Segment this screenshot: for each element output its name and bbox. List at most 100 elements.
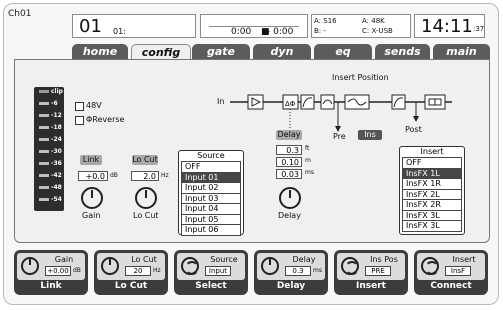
meter-segment xyxy=(39,150,49,153)
encoder-value: InsF xyxy=(445,266,471,276)
bus-b1: B: - xyxy=(314,27,326,35)
locut-knob[interactable] xyxy=(135,187,157,209)
encoder-source-panel: Source Input xyxy=(177,253,245,280)
rotary-select-icon xyxy=(341,257,359,275)
encoder-label: Lo Cut xyxy=(114,281,148,291)
meter-label: -48 xyxy=(51,184,62,191)
encoder-inspos[interactable]: Ins Pos PRE Insert xyxy=(334,250,408,295)
meter-segment xyxy=(39,174,49,177)
locut-button[interactable]: Lo Cut xyxy=(132,155,158,165)
clock-sec: :37 xyxy=(473,25,485,33)
delay-unit-m: m xyxy=(305,157,311,164)
locut-unit: Hz xyxy=(161,172,169,179)
encoder-title: Source xyxy=(210,255,238,264)
input-level-meter: clip -6 -12 -18 -24 -30 -36 -42 -48 -54 xyxy=(34,87,64,211)
reverse-checkbox[interactable] xyxy=(75,116,84,125)
clock-hm: 14:11 xyxy=(421,16,473,37)
delay-value-ft: 0.3 xyxy=(276,145,302,155)
flow-pre-label: Pre xyxy=(333,132,346,141)
meter-label: -54 xyxy=(51,196,62,203)
encoder-locut-panel: Lo Cut 20 Hz xyxy=(97,253,165,280)
meter-label: clip xyxy=(51,88,63,95)
channel-label: Ch01 xyxy=(8,9,32,19)
transport-progress xyxy=(209,15,299,27)
gain-knob[interactable] xyxy=(81,187,103,209)
meter-label: -24 xyxy=(51,136,62,143)
bus-a2: A: 48K xyxy=(362,17,385,25)
channel-display[interactable]: 01 01: xyxy=(72,14,196,38)
tab-gate[interactable]: gate xyxy=(192,44,250,59)
flow-post-label: Post xyxy=(405,125,422,134)
delay-knob[interactable] xyxy=(279,187,301,209)
bus-c2: C: X-USB xyxy=(362,27,393,35)
encoder-inspos-panel: Ins Pos PRE xyxy=(337,253,405,280)
encoder-insert[interactable]: Insert InsF Connect xyxy=(414,250,488,295)
encoder-delay[interactable]: Delay 0.3 ms Delay xyxy=(254,250,328,295)
encoder-label: Select xyxy=(195,281,227,291)
channel-number: 01 xyxy=(79,16,102,37)
delay-knob-label: Delay xyxy=(278,211,301,220)
encoder-unit: Hz xyxy=(153,267,161,274)
meter-label: -6 xyxy=(51,100,58,107)
meter-label: -30 xyxy=(51,148,62,155)
source-list: Source OFF Input 01 Input 02 Input 03 In… xyxy=(178,150,244,236)
encoder-title: Gain xyxy=(54,255,74,264)
phantom-48v-label: 48V xyxy=(86,101,102,110)
meter-segment xyxy=(39,186,49,189)
insert-item[interactable]: InsFX 3L xyxy=(402,220,462,232)
tab-dyn[interactable]: dyn xyxy=(253,44,311,59)
delay-unit-ft: ft xyxy=(305,145,310,152)
encoder-label: Delay xyxy=(276,281,306,291)
meter-segment xyxy=(39,198,49,201)
encoder-value: +0.00 xyxy=(45,266,71,276)
gain-value: +0.0 xyxy=(78,171,108,181)
transport-display: 0:00 ■ - 0:00 xyxy=(200,14,308,38)
meter-segment xyxy=(39,102,49,105)
insert-title: Insert xyxy=(420,147,444,156)
encoder-unit: ms xyxy=(313,267,322,274)
clock-display: 14:11 :37 xyxy=(414,14,485,38)
encoder-footer: Gain +0.00 dB Link Lo Cut 20 Hz Lo Cut S… xyxy=(14,250,490,296)
tab-home[interactable]: home xyxy=(72,44,128,59)
insert-flow-diagram: ΔΦ xyxy=(230,94,452,132)
time-left: 0:00 xyxy=(231,27,252,37)
meter-segment xyxy=(39,162,49,165)
delay-value-m: 0.10 xyxy=(276,157,302,167)
gain-encoder-knob-icon xyxy=(21,257,39,275)
gain-label: Gain xyxy=(82,211,101,220)
svg-text:ΔΦ: ΔΦ xyxy=(285,100,296,108)
encoder-source[interactable]: Source Input Select xyxy=(174,250,248,295)
reverse-label: ΦReverse xyxy=(86,115,125,124)
locut-knob-label: Lo Cut xyxy=(133,211,159,220)
flow-in-label: In xyxy=(217,97,225,106)
channel-name: 01: xyxy=(113,27,126,36)
encoder-title: Insert xyxy=(452,255,476,264)
tab-sends[interactable]: sends xyxy=(375,44,430,59)
encoder-label: Link xyxy=(40,281,62,291)
phantom-48v-checkbox[interactable] xyxy=(75,102,84,111)
meter-label: -12 xyxy=(51,112,62,119)
insert-position-title: Insert Position xyxy=(332,73,389,82)
meter-label: -42 xyxy=(51,172,62,179)
encoder-title: Ins Pos xyxy=(370,255,398,264)
encoder-delay-panel: Delay 0.3 ms xyxy=(257,253,325,280)
tab-bar: home config gate dyn eq sends main xyxy=(72,44,490,61)
meter-segment xyxy=(39,90,49,93)
encoder-value: PRE xyxy=(365,266,391,276)
source-item[interactable]: Input 06 xyxy=(181,224,241,236)
locut-encoder-knob-icon xyxy=(101,257,119,275)
encoder-title: Lo Cut xyxy=(131,255,157,264)
flow-ins-button[interactable]: Ins xyxy=(358,130,382,140)
link-button[interactable]: Link xyxy=(80,155,102,165)
delay-encoder-knob-icon xyxy=(261,257,279,275)
rotary-select-icon xyxy=(421,257,439,275)
encoder-label: Connect xyxy=(430,281,472,291)
tab-eq[interactable]: eq xyxy=(314,44,372,59)
encoder-title: Delay xyxy=(292,255,316,264)
encoder-label: Insert xyxy=(356,281,386,291)
tab-main[interactable]: main xyxy=(433,44,490,59)
encoder-insert-panel: Insert InsF xyxy=(417,253,485,280)
encoder-gain[interactable]: Gain +0.00 dB Link xyxy=(14,250,88,295)
encoder-locut[interactable]: Lo Cut 20 Hz Lo Cut xyxy=(94,250,168,295)
delay-value-ms: 0.03 xyxy=(276,169,302,179)
